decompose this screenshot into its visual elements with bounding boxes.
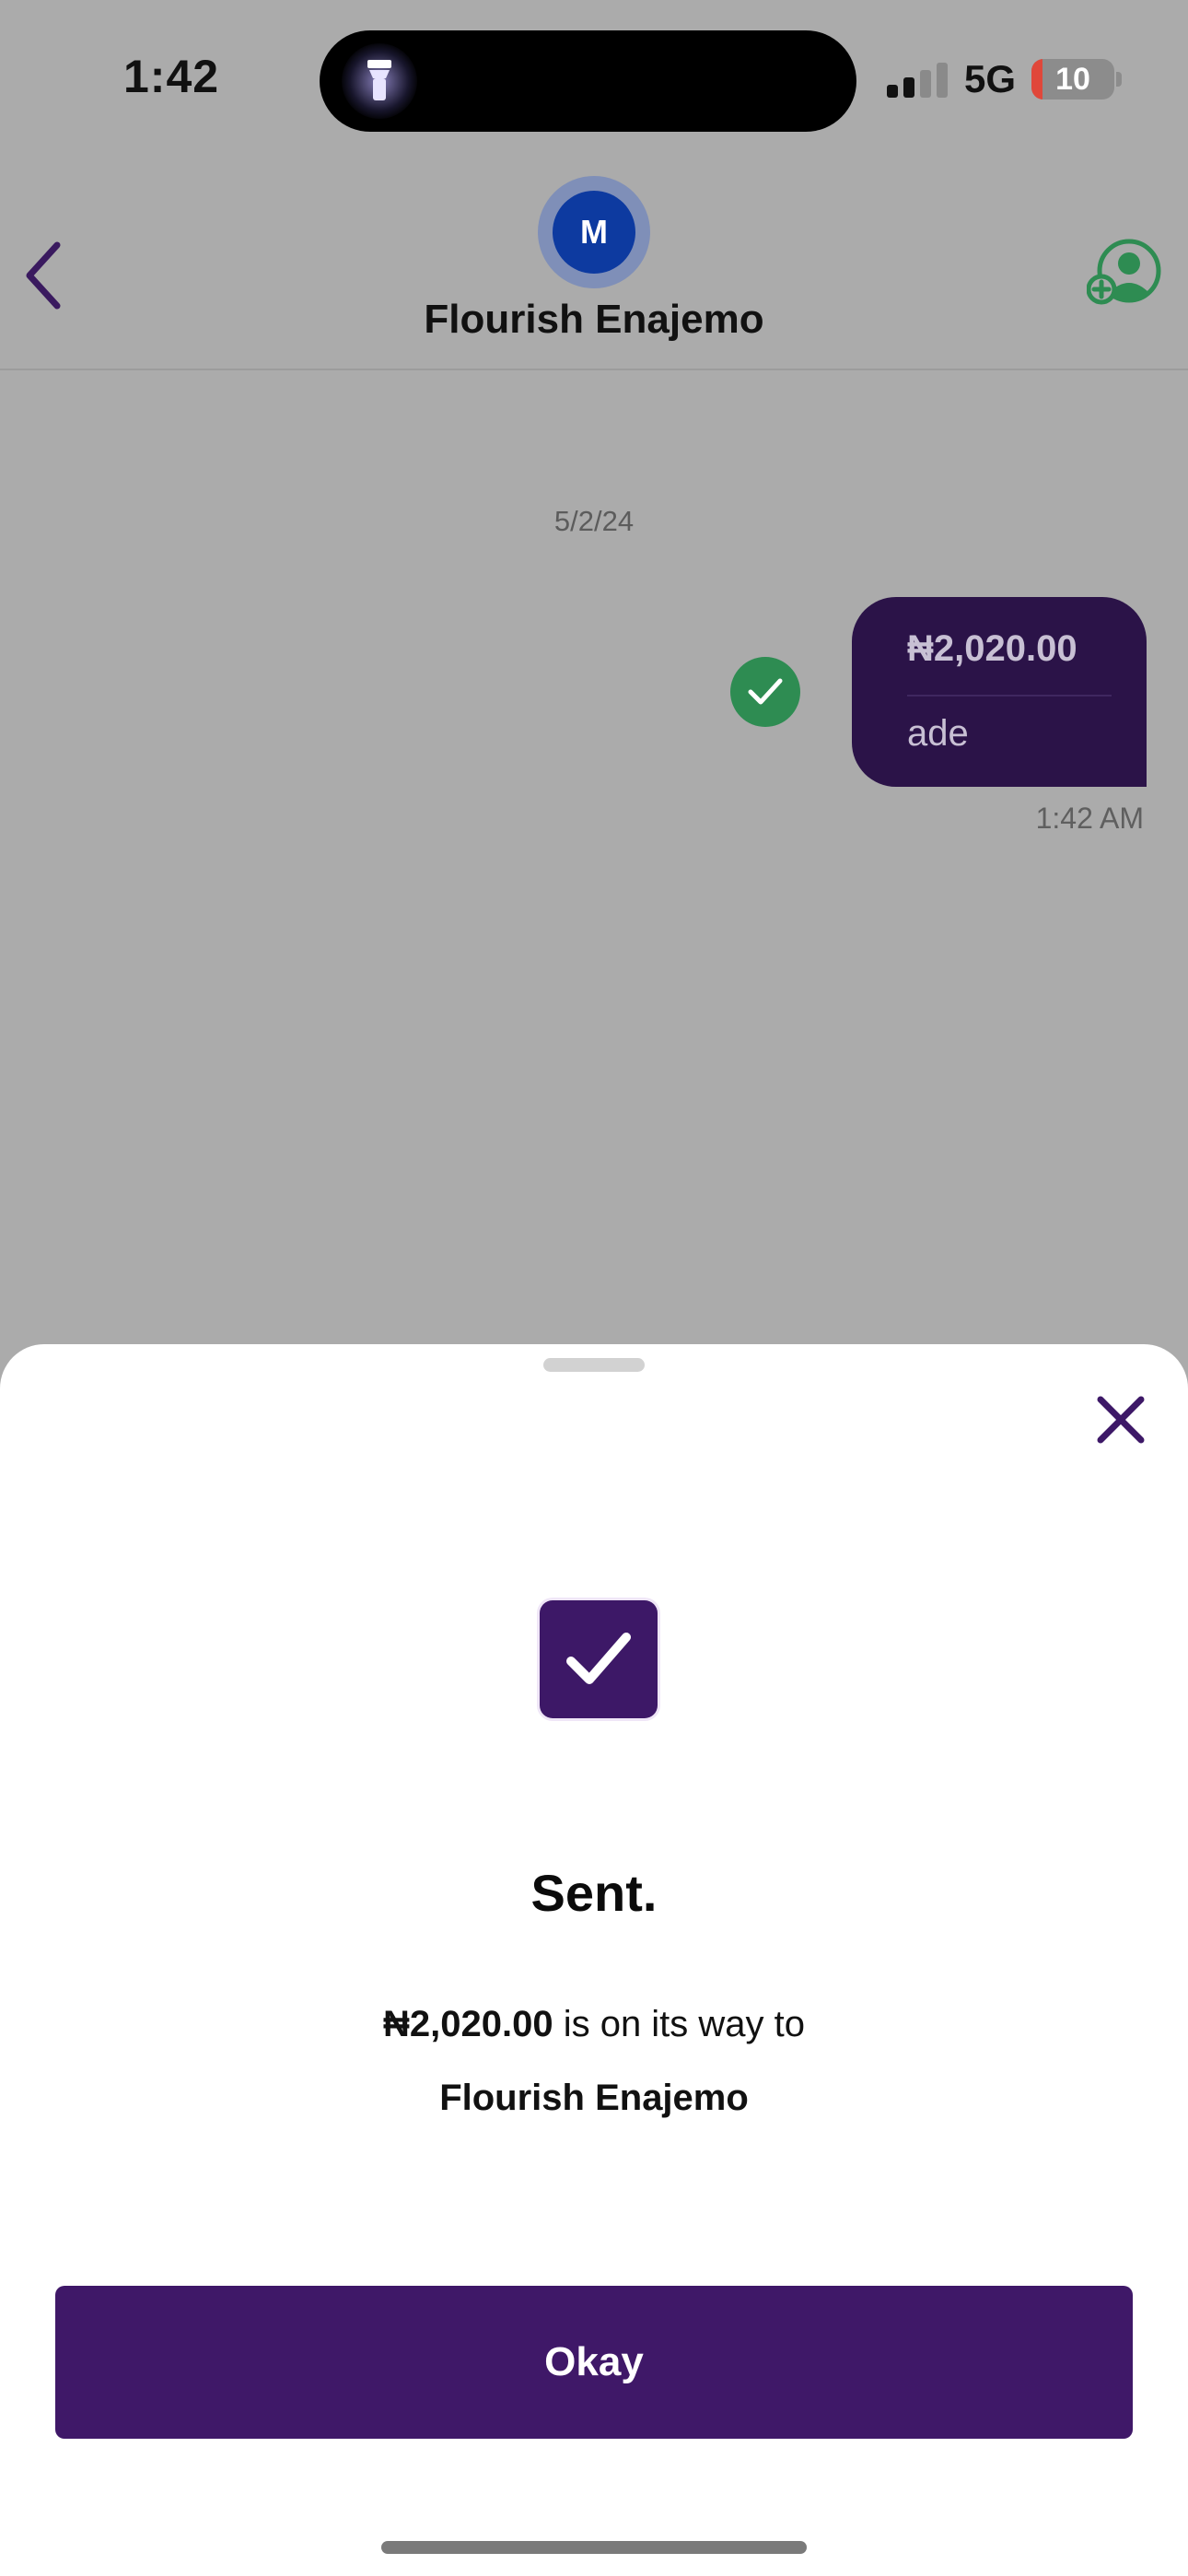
dynamic-island	[320, 30, 856, 132]
date-separator: 5/2/24	[553, 505, 635, 537]
confirmation-sheet: Sent. ₦2,020.00 is on its way to Flouris…	[0, 1344, 1188, 2576]
message-divider	[907, 695, 1112, 697]
battery-icon: 10	[1031, 59, 1114, 100]
chat-header: M Flourish Enajemo	[0, 157, 1188, 370]
sent-title: Sent.	[530, 1864, 658, 1922]
sent-message: ₦2,020.00 is on its way to	[0, 2004, 1188, 2045]
battery-tip	[1116, 72, 1122, 87]
contact-name: Flourish Enajemo	[424, 297, 764, 342]
network-type: 5G	[964, 57, 1017, 100]
home-indicator[interactable]	[381, 2541, 807, 2554]
close-icon	[1097, 1396, 1145, 1444]
sent-recipient: Flourish Enajemo	[439, 2078, 749, 2118]
close-button[interactable]	[1091, 1390, 1150, 1449]
okay-button[interactable]: Okay	[55, 2286, 1133, 2439]
checkbox-check-icon	[540, 1600, 658, 1718]
sent-message-text: is on its way to	[553, 2004, 806, 2044]
cellular-signal-icon	[887, 61, 948, 98]
sent-amount: ₦2,020.00	[382, 2004, 553, 2044]
status-time: 1:42	[123, 51, 220, 102]
sheet-grabber[interactable]	[543, 1358, 645, 1372]
status-bar: 1:42 5G 10	[0, 0, 1188, 157]
add-contact-button[interactable]	[1086, 238, 1166, 311]
message-note: ade	[907, 713, 969, 754]
contact-avatar[interactable]: M	[538, 176, 650, 288]
battery-level: 10	[1055, 62, 1090, 97]
add-person-icon	[1086, 239, 1161, 305]
flashlight-icon	[342, 43, 417, 119]
message-time: 1:42 AM	[1035, 802, 1144, 835]
message-amount: ₦2,020.00	[907, 628, 1077, 669]
avatar-initial: M	[553, 191, 635, 274]
message-bubble[interactable]: ₦2,020.00 ade	[852, 597, 1147, 787]
check-circle-icon	[730, 657, 800, 727]
